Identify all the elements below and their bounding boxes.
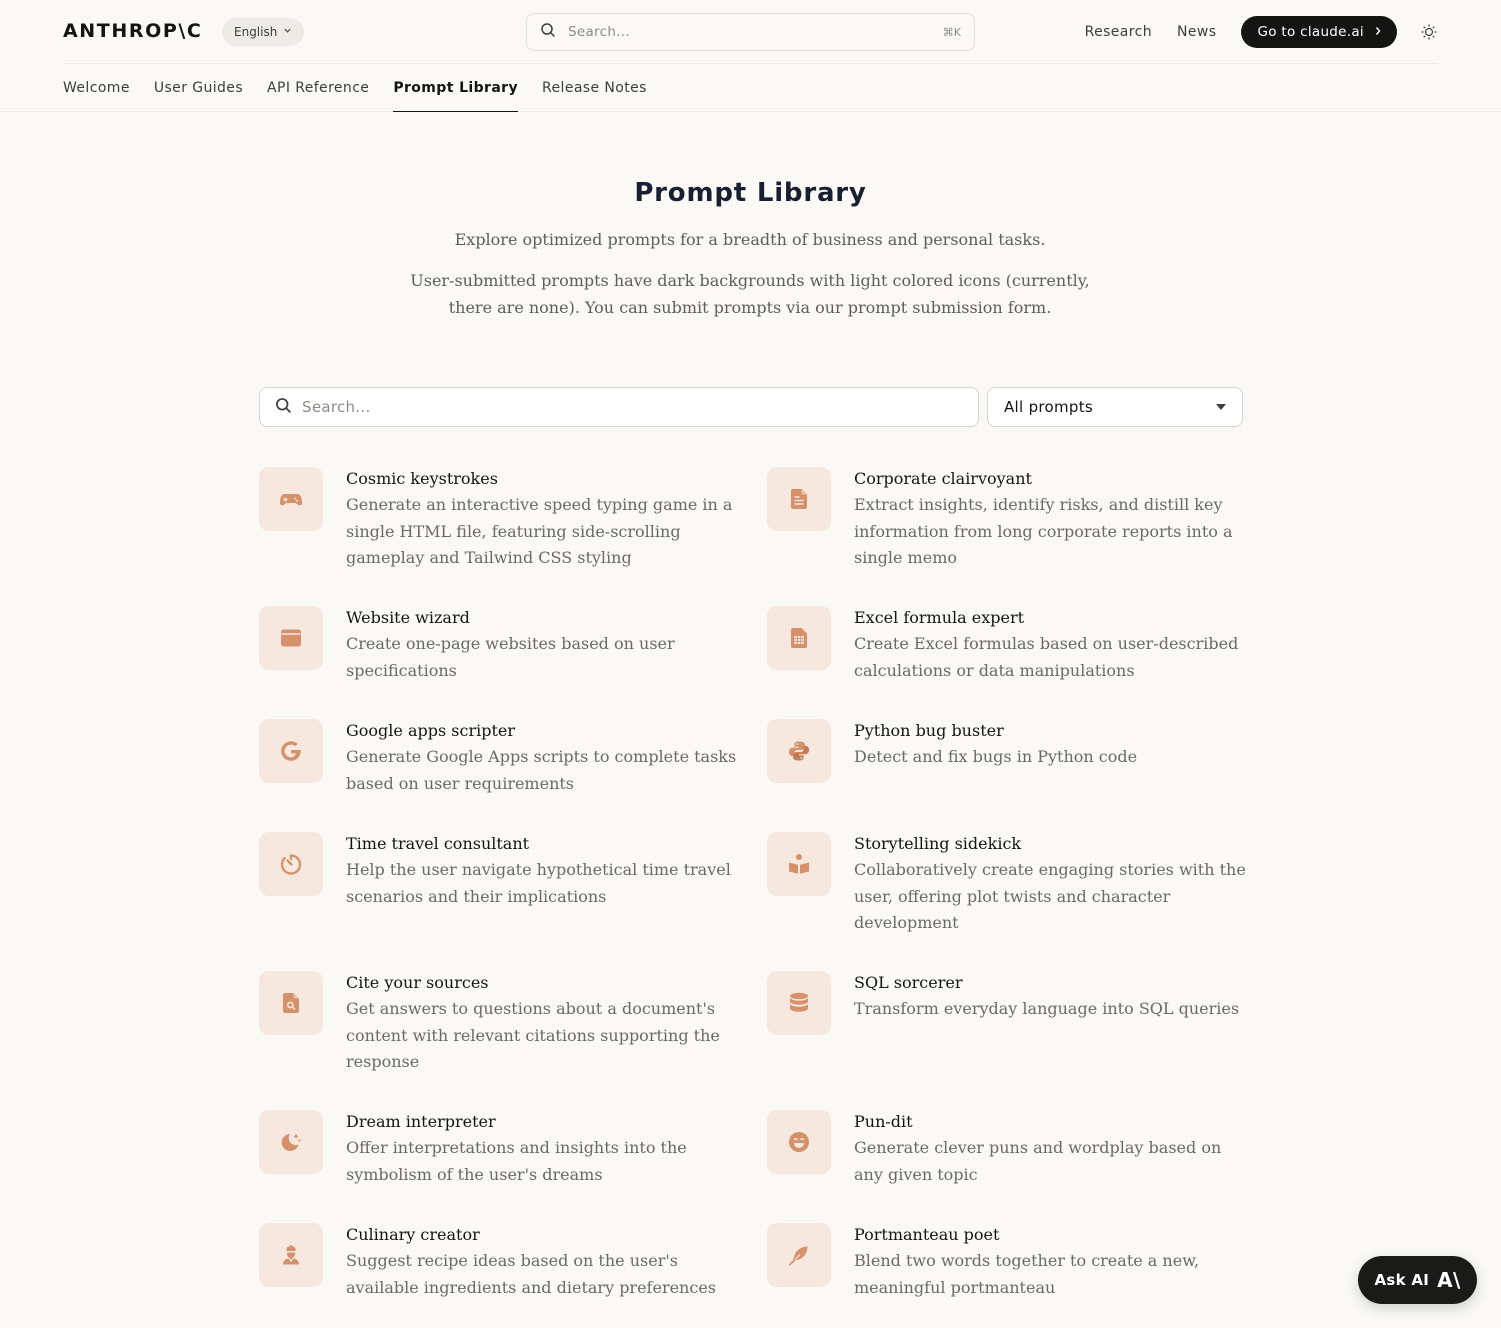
python-icon: [767, 719, 831, 783]
caret-down-icon: [1216, 404, 1226, 410]
prompt-description: Create one-page websites based on user s…: [346, 634, 675, 680]
prompt-description: Blend two words together to create a new…: [854, 1251, 1200, 1297]
prompt-title: Culinary creator: [346, 1225, 480, 1244]
prompt-title: Storytelling sidekick: [854, 834, 1022, 853]
prompt-title: Python bug buster: [854, 721, 1004, 740]
prompt-description: Create Excel formulas based on user-desc…: [854, 634, 1239, 680]
moon-stars-icon: [259, 1110, 323, 1174]
prompt-description: Extract insights, identify risks, and di…: [854, 495, 1233, 567]
prompt-description: Suggest recipe ideas based on the user's…: [346, 1251, 716, 1297]
gamepad-icon: [259, 467, 323, 531]
prompt-description: Generate clever puns and wordplay based …: [854, 1138, 1222, 1184]
page-subtitle: Explore optimized prompts for a breadth …: [454, 230, 1046, 249]
prompt-description: Collaboratively create engaging stories …: [854, 860, 1246, 932]
chef-icon: [259, 1223, 323, 1287]
google-icon: [259, 719, 323, 783]
nav-link-research[interactable]: Research: [1085, 24, 1152, 40]
prompt-description: Detect and fix bugs in Python code: [854, 747, 1138, 766]
search-icon: [275, 397, 292, 418]
prompt-title: Website wizard: [346, 608, 470, 627]
laughing-face-icon: [767, 1110, 831, 1174]
tab-user-guides[interactable]: User Guides: [154, 64, 243, 112]
prompt-title: Corporate clairvoyant: [854, 469, 1032, 488]
prompt-search-placeholder: Search...: [302, 398, 371, 416]
page-title: Prompt Library: [634, 178, 867, 208]
docs-search-input[interactable]: Search... ⌘K: [526, 13, 975, 51]
page-description: User-submitted prompts have dark backgro…: [410, 271, 1090, 317]
prompt-title: Dream interpreter: [346, 1112, 496, 1131]
top-bar: ANTHROP\C English Search... ⌘K Research …: [63, 0, 1438, 64]
nav-link-news[interactable]: News: [1177, 24, 1216, 40]
prompt-description: Get answers to questions about a documen…: [346, 999, 720, 1071]
section-tabs: Welcome User Guides API Reference Prompt…: [0, 64, 1501, 112]
prompt-search-input[interactable]: Search...: [259, 387, 979, 427]
ask-ai-button[interactable]: Ask AI A\: [1358, 1256, 1477, 1304]
document-icon: [767, 467, 831, 531]
document-search-icon: [259, 971, 323, 1035]
prompt-description: Help the user navigate hypothetical time…: [346, 860, 731, 906]
prompt-filter-value: All prompts: [1004, 398, 1094, 416]
spreadsheet-icon: [767, 606, 831, 670]
database-icon: [767, 971, 831, 1035]
prompt-title: Excel formula expert: [854, 608, 1025, 627]
tab-prompt-library[interactable]: Prompt Library: [393, 64, 518, 112]
prompt-title: Pun-dit: [854, 1112, 913, 1131]
search-shortcut: ⌘K: [942, 25, 961, 39]
search-icon: [540, 22, 556, 42]
browser-window-icon: [259, 606, 323, 670]
prompt-title: Time travel consultant: [346, 834, 530, 853]
prompt-title: Cite your sources: [346, 973, 489, 992]
go-to-claude-button[interactable]: Go to claude.ai: [1241, 16, 1397, 48]
ask-ai-label: Ask AI: [1374, 1271, 1430, 1289]
prompt-description: Offer interpretations and insights into …: [346, 1138, 687, 1184]
prompt-title: Google apps scripter: [346, 721, 516, 740]
cta-label: Go to claude.ai: [1257, 24, 1364, 40]
search-placeholder: Search...: [568, 24, 630, 40]
anthropic-logo[interactable]: ANTHROP\C: [63, 20, 202, 42]
prompt-title: SQL sorcerer: [854, 973, 963, 992]
anthropic-mark-icon: A\: [1437, 1268, 1461, 1292]
prompt-description: Generate Google Apps scripts to complete…: [346, 747, 737, 793]
chevron-right-icon: [1374, 26, 1382, 39]
tab-welcome[interactable]: Welcome: [63, 64, 130, 112]
book-reader-icon: [767, 832, 831, 896]
prompt-filter-select[interactable]: All prompts: [987, 387, 1243, 427]
timer-icon: [259, 832, 323, 896]
prompt-title: Portmanteau poet: [854, 1225, 1000, 1244]
language-selector[interactable]: English: [222, 18, 304, 46]
tab-api-reference[interactable]: API Reference: [267, 64, 369, 112]
language-label: English: [234, 25, 278, 39]
feather-icon: [767, 1223, 831, 1287]
prompt-title: Cosmic keystrokes: [346, 469, 498, 488]
tab-release-notes[interactable]: Release Notes: [542, 64, 647, 112]
prompt-description: Generate an interactive speed typing gam…: [346, 495, 733, 567]
sun-icon[interactable]: [1420, 23, 1438, 41]
prompt-description: Transform everyday language into SQL que…: [854, 999, 1240, 1018]
chevron-down-icon: [283, 26, 292, 38]
